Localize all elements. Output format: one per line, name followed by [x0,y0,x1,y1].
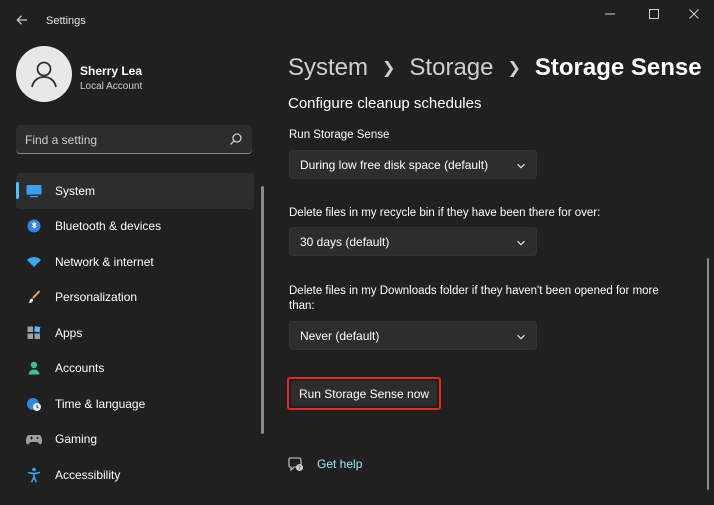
dropdown-value: During low free disk space (default) [300,158,489,172]
chevron-down-icon [517,163,525,169]
breadcrumb: System ❯ Storage ❯ Storage Sense [288,52,702,84]
accounts-icon [25,359,43,377]
sidebar-item-system[interactable]: System [16,173,254,209]
chevron-down-icon [517,334,525,340]
app-title: Settings [46,15,86,27]
chevron-down-icon [517,240,525,246]
minimize-button[interactable] [592,4,628,24]
page-title: Storage Sense [534,54,702,81]
close-icon [689,9,699,19]
sidebar-item-gaming[interactable]: Gaming [16,422,254,458]
maximize-icon [649,9,659,19]
bluetooth-icon [25,217,43,235]
user-icon [31,61,57,88]
chevron-right-icon: ❯ [507,60,521,77]
get-help-link[interactable]: Get help [317,457,362,471]
downloads-label: Delete files in my Downloads folder if t… [289,285,659,312]
globe-clock-icon [25,395,43,413]
maximize-button[interactable] [636,4,672,24]
sidebar-item-bluetooth[interactable]: Bluetooth & devices [16,209,254,245]
title-bar: Settings [0,0,714,40]
active-indicator [16,182,19,199]
sidebar-item-time-language[interactable]: Time & language [16,386,254,422]
search-box[interactable] [16,125,252,154]
sidebar-item-label: Accounts [55,361,105,376]
search-icon[interactable] [229,132,243,146]
sidebar-item-label: Bluetooth & devices [55,219,162,234]
accessibility-icon [25,466,43,484]
back-button[interactable] [12,10,32,30]
sidebar-item-apps[interactable]: Apps [16,315,254,351]
breadcrumb-system[interactable]: System [288,54,368,82]
search-input[interactable] [25,132,225,148]
downloads-dropdown[interactable]: Never (default) [289,321,537,350]
avatar[interactable] [16,46,72,102]
sidebar-item-personalization[interactable]: Personalization [16,280,254,316]
sidebar-item-label: Personalization [55,290,138,305]
sidebar-item-label: Gaming [55,432,98,447]
system-icon [25,182,43,200]
sidebar-item-network[interactable]: Network & internet [16,244,254,280]
sidebar-scrollbar[interactable] [261,186,264,434]
sidebar-item-label: Accessibility [55,467,121,482]
section-heading: Configure cleanup schedules [288,95,482,112]
sidebar-nav: System Bluetooth & devices Network & int… [16,173,254,493]
account-type: Local Account [80,81,143,92]
sidebar-item-label: Apps [55,325,83,340]
user-name: Sherry Lea [80,64,143,78]
back-arrow-icon [16,15,27,25]
dropdown-value: Never (default) [300,329,380,343]
gamepad-icon [25,430,43,448]
sidebar-item-accounts[interactable]: Accounts [16,351,254,387]
minimize-icon [605,13,615,15]
apps-icon [25,324,43,342]
help-icon: ? [288,457,303,472]
sidebar-item-label: Network & internet [55,254,154,269]
sidebar-item-accessibility[interactable]: Accessibility [16,457,254,493]
sidebar-item-label: Time & language [55,396,146,411]
settings-window: Settings Sherry Lea Local Account Find a… [0,0,714,505]
run-storage-sense-dropdown[interactable]: During low free disk space (default) [289,150,537,179]
chevron-right-icon: ❯ [382,60,396,77]
recycle-bin-label: Delete files in my recycle bin if they h… [289,207,601,219]
svg-text:?: ? [298,465,301,471]
wifi-icon [25,253,43,271]
brush-icon [25,288,43,306]
run-now-label: Run Storage Sense now [291,381,437,406]
close-button[interactable] [676,4,712,24]
run-storage-sense-label: Run Storage Sense [289,129,390,141]
recycle-bin-dropdown[interactable]: 30 days (default) [289,227,537,256]
dropdown-value: 30 days (default) [300,235,390,249]
content-scrollbar[interactable] [707,258,709,490]
breadcrumb-storage[interactable]: Storage [409,54,493,82]
sidebar-item-label: System [55,183,96,198]
run-storage-sense-now-button[interactable]: Run Storage Sense now [287,377,441,410]
